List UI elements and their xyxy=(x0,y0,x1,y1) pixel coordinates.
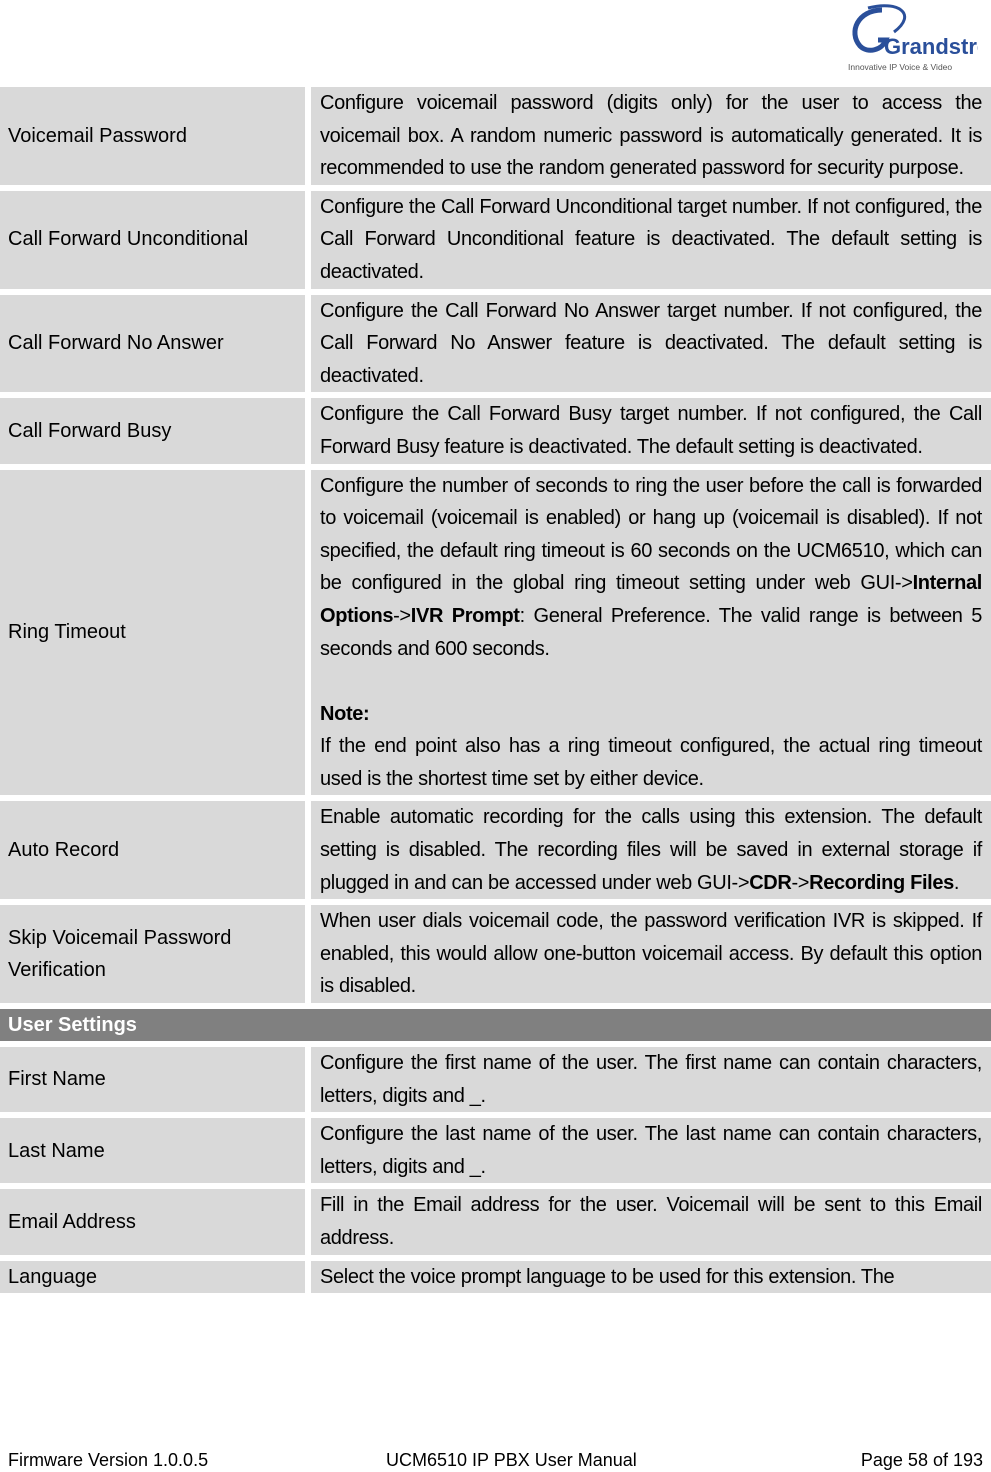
option-name: Voicemail Password xyxy=(0,87,305,185)
logo-tagline-text: Innovative IP Voice & Video xyxy=(848,62,952,72)
option-description: Configure the last name of the user. The… xyxy=(311,1118,991,1184)
option-name: Language xyxy=(0,1260,305,1294)
note-text: If the end point also has a ring timeout… xyxy=(320,735,982,790)
description-text: Configure the Call Forward Busy target n… xyxy=(320,403,982,458)
description-text: Configure voicemail password (digits onl… xyxy=(320,92,982,180)
option-name: Auto Record xyxy=(0,801,305,900)
description-text: . xyxy=(953,871,960,894)
menu-path-text: CDR xyxy=(749,871,792,894)
option-name: Email Address xyxy=(0,1189,305,1255)
footer-page-number: Page 58 of 193 xyxy=(860,1450,983,1470)
option-description: When user dials voicemail code, the pass… xyxy=(311,905,991,1004)
description-text: Configure the last name of the user. The… xyxy=(320,1123,982,1178)
table-row: First Name Configure the first name of th… xyxy=(0,1047,991,1113)
option-name: Skip Voicemail Password Verification xyxy=(0,905,305,1004)
table-row: Email Address Fill in the Email address f… xyxy=(0,1189,991,1255)
table-row: Language Select the voice prompt language… xyxy=(0,1260,991,1294)
menu-path-text: IVR Prompt xyxy=(410,604,520,627)
description-text: Configure the Call Forward No Answer tar… xyxy=(320,299,982,387)
option-description: Enable automatic recording for the calls… xyxy=(311,801,991,900)
table-row: Call Forward No Answer Configure the Call… xyxy=(0,294,991,393)
menu-path-text: Recording Files xyxy=(809,871,954,894)
description-text: -> xyxy=(393,604,411,627)
table-row: Call Forward Unconditional Configure the … xyxy=(0,190,991,289)
option-description: Configure the number of seconds to ring … xyxy=(311,469,991,796)
table-row: Ring Timeout Configure the number of seco… xyxy=(0,469,991,796)
grandstream-logo-icon: Grandstream Innovative IP Voice & Video xyxy=(848,4,991,72)
option-description: Configure the Call Forward Unconditional… xyxy=(311,190,991,289)
option-description: Fill in the Email address for the user. … xyxy=(311,1189,991,1255)
option-name: Call Forward No Answer xyxy=(0,294,305,393)
table-row: Voicemail Password Configure voicemail pa… xyxy=(0,87,991,185)
table-row: Last Name Configure the last name of the … xyxy=(0,1118,991,1184)
option-description: Configure the first name of the user. Th… xyxy=(311,1047,991,1113)
description-text: -> xyxy=(791,871,810,894)
option-description: Select the voice prompt language to be u… xyxy=(311,1260,991,1294)
description-text: Configure the Call Forward Unconditional… xyxy=(320,195,982,283)
page-footer: Firmware Version 1.0.0.5 UCM6510 IP PBX … xyxy=(0,1448,991,1472)
table-row: Call Forward Busy Configure the Call Forw… xyxy=(0,398,991,464)
description-text: Fill in the Email address for the user. … xyxy=(320,1194,982,1249)
extension-settings-table: Voicemail Password Configure voicemail pa… xyxy=(0,87,991,1299)
option-name: First Name xyxy=(0,1047,305,1113)
option-description: Configure the Call Forward Busy target n… xyxy=(311,398,991,464)
option-name: Ring Timeout xyxy=(0,469,305,796)
option-description: Configure the Call Forward No Answer tar… xyxy=(311,294,991,393)
grandstream-logo: Grandstream Innovative IP Voice & Video xyxy=(838,2,991,78)
description-text: Select the voice prompt language to be u… xyxy=(320,1265,895,1288)
footer-firmware-version: Firmware Version 1.0.0.5 xyxy=(8,1450,209,1470)
description-text: Configure the number of seconds to ring … xyxy=(320,474,982,595)
note-label: Note: xyxy=(320,702,370,725)
logo-brand-text: Grandstream xyxy=(884,34,978,59)
option-description: Configure voicemail password (digits onl… xyxy=(311,87,991,185)
option-name: Call Forward Busy xyxy=(0,398,305,464)
table-row: Auto Record Enable automatic recording fo… xyxy=(0,801,991,900)
description-text: When user dials voicemail code, the pass… xyxy=(320,910,982,998)
table-row: Skip Voicemail Password Verification When… xyxy=(0,905,991,1004)
section-header-user-settings: User Settings xyxy=(0,1009,991,1042)
description-text: Configure the first name of the user. Th… xyxy=(320,1052,982,1107)
option-name: Call Forward Unconditional xyxy=(0,190,305,289)
footer-manual-title: UCM6510 IP PBX User Manual xyxy=(386,1450,637,1470)
option-name: Last Name xyxy=(0,1118,305,1184)
